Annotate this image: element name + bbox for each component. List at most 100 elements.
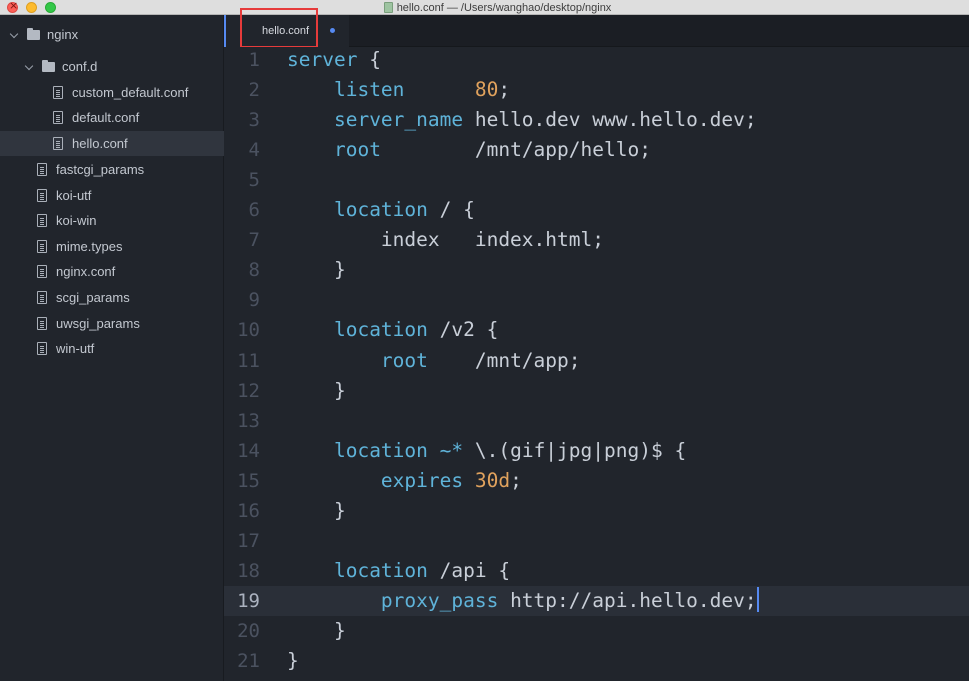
chevron-down-icon[interactable] (10, 30, 20, 40)
line-number: 4 (248, 139, 260, 162)
code-line[interactable]: 1 server { (224, 45, 969, 75)
folder-icon (42, 59, 55, 72)
code-keyword: proxy_pass (380, 588, 499, 612)
code-editor[interactable]: 1 server {2 listen 80; 3 server_name hello… (224, 47, 969, 681)
code-token: } (287, 258, 346, 282)
file-icon (37, 342, 47, 355)
code-line[interactable]: 17 (224, 526, 969, 556)
code-line[interactable]: 19 proxy_pass http://api.hello.dev; (224, 585, 969, 616)
code-text: } (287, 616, 346, 646)
window-title-text: hello.conf — /Users/wanghao/desktop/ngin… (396, 1, 612, 14)
modified-dot-icon (330, 28, 335, 33)
tree-file[interactable]: nginx.conf (0, 259, 224, 284)
code-line[interactable]: 15 expires 30d; (224, 466, 969, 496)
chevron-down-icon[interactable] (25, 62, 35, 72)
tree-label: nginx (47, 27, 79, 42)
line-number: 13 (237, 409, 260, 432)
tree-label: conf.d (62, 59, 98, 74)
code-line[interactable]: 4 root /mnt/app/hello; (224, 135, 969, 165)
tree-folder-conf-d[interactable]: conf.d (0, 54, 224, 79)
code-line[interactable]: 10 location /v2 { (224, 315, 969, 345)
code-keyword: server (287, 48, 358, 71)
code-token: ; (510, 468, 522, 492)
line-number: 2 (248, 79, 260, 102)
title-bar: hello.conf — /Users/wanghao/desktop/ngin… (0, 0, 969, 15)
file-icon (383, 2, 393, 13)
tree-label: hello.conf (72, 136, 128, 151)
code-line[interactable]: 14 location ~* \.(gif|jpg|png)$ { (224, 436, 969, 466)
code-token: /v2 { (427, 318, 499, 342)
code-text: index index.html; (287, 225, 604, 255)
tree-file[interactable]: uwsgi_params (0, 311, 224, 336)
code-keyword: ~* (439, 438, 464, 462)
code-token: } (287, 649, 299, 672)
code-line[interactable]: 18 location /api { (224, 556, 969, 586)
line-number: 3 (248, 109, 260, 132)
file-icon (37, 189, 47, 202)
code-line[interactable]: 7 index index.html; (224, 225, 969, 255)
line-number: 7 (248, 229, 260, 252)
file-icon (37, 163, 47, 176)
code-line[interactable]: 16 } (224, 496, 969, 526)
code-text: server { (287, 45, 381, 75)
tree-file-selected[interactable]: hello.conf (0, 131, 224, 156)
code-line[interactable]: 11 root /mnt/app; (224, 346, 969, 376)
file-icon (53, 111, 63, 124)
code-keyword: location (333, 318, 428, 342)
project-tree: nginx conf.d custom_default.conf default… (0, 15, 224, 681)
file-icon (37, 291, 47, 304)
code-keyword: listen (333, 78, 405, 102)
text-cursor (756, 587, 759, 613)
tree-file[interactable]: koi-win (0, 208, 224, 233)
code-line[interactable]: 12 } (224, 376, 969, 406)
line-number: 9 (248, 289, 260, 312)
tree-folder-nginx[interactable]: nginx (0, 22, 224, 47)
code-keyword: location (333, 198, 428, 222)
tab-bar: hello.conf (224, 8, 969, 48)
line-number: 5 (248, 169, 260, 192)
code-line[interactable]: 2 listen 80; (224, 75, 969, 105)
code-line[interactable]: 13 (224, 406, 969, 436)
code-line[interactable]: 21} (224, 646, 969, 676)
tree-file[interactable]: mime.types (0, 234, 224, 259)
tree-label: fastcgi_params (56, 162, 145, 177)
line-number: 18 (237, 559, 260, 582)
code-line[interactable]: 6 location / { (224, 195, 969, 225)
tree-file[interactable]: default.conf (0, 105, 224, 130)
line-number: 11 (237, 349, 260, 372)
line-number: 16 (237, 499, 260, 522)
line-number: 15 (237, 469, 260, 492)
line-number: 10 (237, 319, 260, 342)
line-number: 14 (237, 439, 260, 462)
file-icon (53, 137, 63, 150)
code-text: root /mnt/app/hello; (287, 135, 651, 165)
code-token: /mnt/app/hello; (380, 138, 651, 162)
code-text: } (287, 255, 346, 285)
tree-label: koi-utf (56, 188, 92, 203)
tree-file[interactable]: custom_default.conf (0, 80, 224, 105)
code-line[interactable]: 3 server_name hello.dev www.hello.dev; (224, 105, 969, 135)
code-keyword: expires (380, 468, 464, 492)
code-token: } (287, 618, 346, 642)
code-line[interactable]: 5 (224, 165, 969, 195)
tree-file[interactable]: scgi_params (0, 285, 224, 310)
line-number: 8 (248, 259, 260, 282)
code-token: /api { (427, 558, 511, 582)
line-number: 20 (237, 619, 260, 642)
code-token: hello.dev www.hello.dev; (463, 108, 757, 132)
code-line[interactable]: 9 (224, 285, 969, 315)
code-text: root /mnt/app; (287, 346, 581, 376)
code-line[interactable]: 8 } (224, 255, 969, 285)
tree-file[interactable]: koi-utf (0, 183, 224, 208)
line-number: 12 (237, 379, 260, 402)
tree-file[interactable]: fastcgi_params (0, 157, 224, 182)
code-line[interactable]: 20 } (224, 616, 969, 646)
tree-file[interactable]: win-utf (0, 336, 224, 361)
